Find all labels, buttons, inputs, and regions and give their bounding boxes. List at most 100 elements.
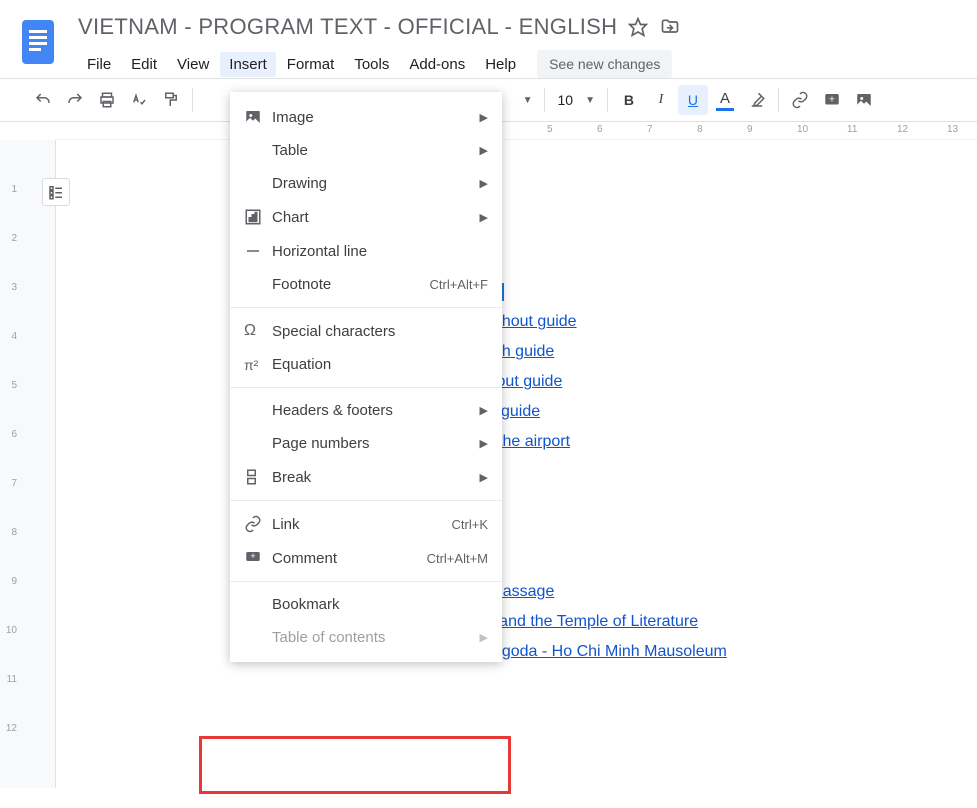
italic-button[interactable]: I (646, 85, 676, 115)
menu-file[interactable]: File (78, 52, 120, 77)
horizontal-line-icon (244, 242, 272, 260)
shortcut-label: Ctrl+Alt+F (429, 277, 488, 292)
ruler-mark: 4 (501, 122, 551, 139)
shortcut-label: Ctrl+Alt+M (427, 551, 488, 566)
menu-addons[interactable]: Add-ons (400, 52, 474, 77)
ruler-mark: 4 (0, 336, 20, 385)
menu-edit[interactable]: Edit (122, 52, 166, 77)
document-title[interactable]: VIETNAM - PROGRAM TEXT - OFFICIAL - ENGL… (78, 14, 617, 40)
undo-button[interactable] (28, 85, 58, 115)
menu-view[interactable]: View (168, 52, 218, 77)
menu-divider (230, 500, 502, 501)
ruler-mark: 5 (551, 122, 601, 139)
insert-headers-footers[interactable]: Headers & footers ▶ (230, 394, 502, 427)
ruler-mark: 8 (701, 122, 751, 139)
document-outline-button[interactable] (42, 178, 70, 206)
menu-label: Drawing (272, 175, 472, 192)
insert-table[interactable]: Table ▶ (230, 134, 502, 167)
link-icon (244, 515, 272, 533)
ruler-mark: 10 (801, 122, 851, 139)
chevron-right-icon: ▶ (480, 144, 488, 157)
chevron-right-icon: ▶ (480, 177, 488, 190)
ruler-mark: 1 (0, 189, 20, 238)
ruler-mark: 12 (901, 122, 951, 139)
insert-footnote[interactable]: Footnote Ctrl+Alt+F (230, 268, 502, 301)
menu-label: Chart (272, 209, 472, 226)
spellcheck-button[interactable] (124, 85, 154, 115)
print-button[interactable] (92, 85, 122, 115)
equation-icon: π² (244, 357, 272, 373)
insert-comment-button[interactable]: + (817, 85, 847, 115)
insert-special-characters[interactable]: Ω Special characters (230, 314, 502, 348)
insert-image[interactable]: Image ▶ (230, 100, 502, 134)
insert-break[interactable]: Break ▶ (230, 460, 502, 494)
ruler-mark: 7 (651, 122, 701, 139)
menu-label: Horizontal line (272, 243, 488, 260)
menubar: File Edit View Insert Format Tools Add-o… (78, 40, 977, 78)
menu-label: Bookmark (272, 596, 488, 613)
insert-bookmark[interactable]: Bookmark (230, 588, 502, 621)
chevron-right-icon: ▶ (480, 471, 488, 484)
insert-page-numbers[interactable]: Page numbers ▶ (230, 427, 502, 460)
star-icon[interactable] (627, 16, 649, 38)
document-page[interactable]: ents ADD IN TRANSFER n from the airport … (55, 140, 977, 788)
menu-help[interactable]: Help (476, 52, 525, 77)
insert-drawing[interactable]: Drawing ▶ (230, 167, 502, 200)
insert-link-button[interactable] (785, 85, 815, 115)
menu-tools[interactable]: Tools (345, 52, 398, 77)
ruler-mark: 12 (0, 728, 20, 777)
menu-format[interactable]: Format (278, 52, 344, 77)
menu-insert[interactable]: Insert (220, 52, 276, 77)
ruler-mark: 13 (951, 122, 977, 139)
menu-label: Table (272, 142, 472, 159)
menu-label: Special characters (272, 323, 488, 340)
ruler-mark: 2 (0, 238, 20, 287)
menu-label: Break (272, 469, 472, 486)
ruler-mark: 3 (0, 287, 20, 336)
redo-button[interactable] (60, 85, 90, 115)
ruler-mark: 11 (0, 679, 20, 728)
menu-divider (230, 307, 502, 308)
insert-horizontal-line[interactable]: Horizontal line (230, 234, 502, 268)
comment-icon: + (244, 549, 272, 567)
menu-label: Footnote (272, 276, 429, 293)
vertical-ruler[interactable]: 1 2 3 4 5 6 7 8 9 10 11 12 (0, 140, 20, 788)
ruler-mark: 9 (751, 122, 801, 139)
menu-label: Page numbers (272, 435, 472, 452)
chevron-right-icon: ▶ (480, 211, 488, 224)
underline-button[interactable]: U (678, 85, 708, 115)
menu-label: Comment (272, 550, 427, 567)
chevron-down-icon: ▼ (523, 95, 533, 106)
ruler-mark: 8 (0, 532, 20, 581)
docs-logo[interactable] (18, 18, 58, 72)
insert-image-button[interactable] (849, 85, 879, 115)
insert-comment[interactable]: + Comment Ctrl+Alt+M (230, 541, 502, 575)
menu-label: Table of contents (272, 629, 472, 646)
insert-equation[interactable]: π² Equation (230, 348, 502, 381)
move-folder-icon[interactable] (659, 16, 681, 38)
highlight-color-button[interactable] (742, 85, 772, 115)
svg-text:+: + (250, 551, 255, 561)
chart-icon (244, 208, 272, 226)
ruler-mark: 6 (601, 122, 651, 139)
menu-label: Headers & footers (272, 402, 472, 419)
see-new-changes[interactable]: See new changes (537, 50, 672, 78)
horizontal-ruler[interactable]: 4 5 6 7 8 9 10 11 12 13 (55, 122, 977, 140)
chevron-right-icon: ▶ (480, 631, 488, 644)
svg-text:+: + (829, 93, 835, 105)
omega-icon: Ω (244, 322, 272, 340)
text-color-button[interactable]: A (710, 85, 740, 115)
insert-link[interactable]: Link Ctrl+K (230, 507, 502, 541)
shortcut-label: Ctrl+K (452, 517, 488, 532)
paint-format-button[interactable] (156, 85, 186, 115)
ruler-mark: 7 (0, 483, 20, 532)
ruler-mark: 9 (0, 581, 20, 630)
bold-button[interactable]: B (614, 85, 644, 115)
image-icon (244, 108, 272, 126)
font-size-selector[interactable]: 10 ▼ (551, 92, 600, 108)
menu-label: Image (272, 109, 472, 126)
chevron-right-icon: ▶ (480, 111, 488, 124)
menu-divider (230, 581, 502, 582)
chevron-down-icon: ▼ (585, 95, 595, 106)
insert-chart[interactable]: Chart ▶ (230, 200, 502, 234)
